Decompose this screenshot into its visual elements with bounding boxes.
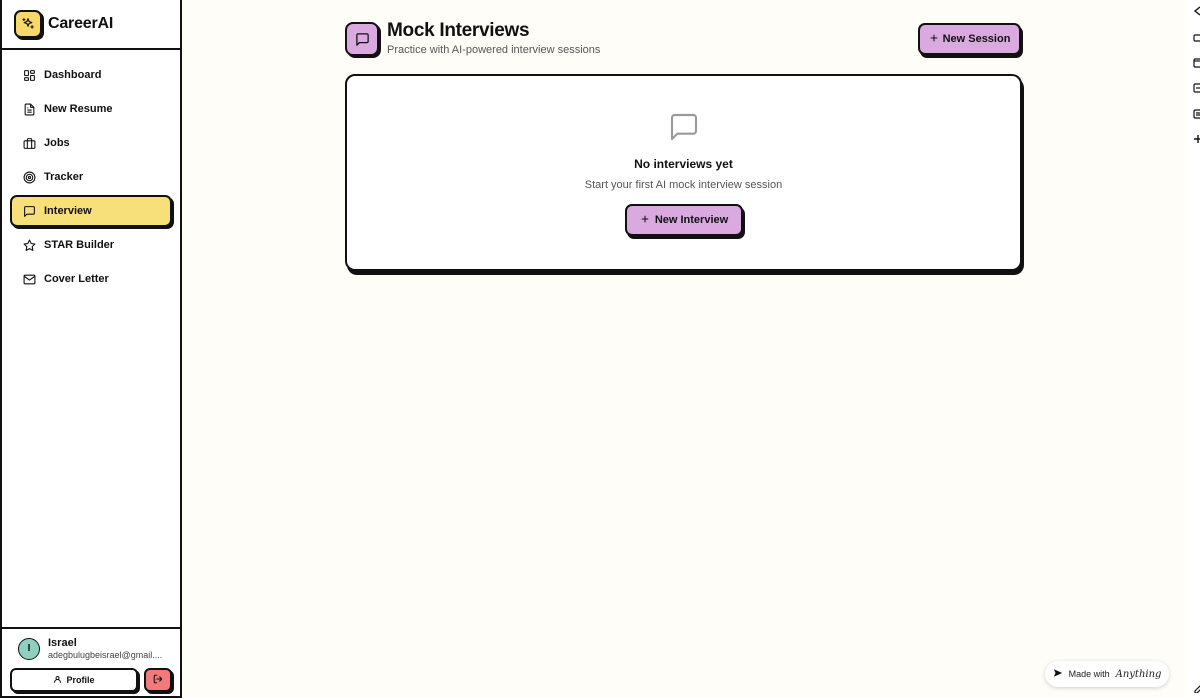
profile-button-label: Profile bbox=[66, 675, 95, 685]
right-tool-strip bbox=[1185, 0, 1200, 698]
made-with-brand: Anything bbox=[1115, 668, 1162, 680]
profile-button[interactable]: Profile bbox=[10, 668, 138, 692]
page-subtitle: Practice with AI-powered interview sessi… bbox=[387, 44, 601, 56]
user-icon bbox=[53, 675, 62, 686]
log-out-icon bbox=[153, 671, 163, 689]
brand[interactable]: CareerAI bbox=[2, 0, 180, 50]
sidebar-item-label: Jobs bbox=[44, 137, 70, 149]
paper-plane-icon bbox=[1053, 668, 1063, 680]
sidebar: CareerAI Dashboard New Resume Jobs Track… bbox=[0, 0, 182, 698]
save-icon[interactable] bbox=[1193, 83, 1200, 93]
user-name: Israel bbox=[48, 637, 77, 649]
sidebar-item-label: Cover Letter bbox=[44, 273, 109, 285]
chevron-left-icon[interactable] bbox=[1193, 6, 1200, 16]
sidebar-item-label: Dashboard bbox=[44, 69, 102, 81]
message-square-icon bbox=[22, 204, 36, 218]
mail-icon bbox=[22, 272, 36, 286]
plus-icon bbox=[929, 33, 939, 46]
panel-icon[interactable] bbox=[1193, 33, 1200, 43]
avatar: I bbox=[18, 637, 40, 660]
star-icon bbox=[22, 238, 36, 252]
target-icon bbox=[22, 170, 36, 184]
empty-state-title: No interviews yet bbox=[634, 157, 733, 171]
app-name: CareerAI bbox=[48, 15, 114, 32]
sidebar-item-label: New Resume bbox=[44, 103, 113, 115]
sidebar-item-new-resume[interactable]: New Resume bbox=[10, 93, 172, 125]
add-icon[interactable] bbox=[1193, 134, 1200, 144]
sidebar-item-jobs[interactable]: Jobs bbox=[10, 127, 172, 159]
sidebar-item-interview[interactable]: Interview bbox=[10, 195, 172, 227]
frame-icon[interactable] bbox=[1193, 58, 1200, 68]
new-interview-label: New Interview bbox=[654, 214, 729, 226]
sidebar-item-dashboard[interactable]: Dashboard bbox=[10, 59, 172, 91]
edit-icon[interactable] bbox=[1193, 683, 1200, 693]
sidebar-item-cover-letter[interactable]: Cover Letter bbox=[10, 263, 172, 295]
user-info: I Israel adegbulugbeisrael@gmail.... bbox=[10, 637, 172, 660]
user-email: adegbulugbeisrael@gmail.... bbox=[48, 650, 163, 660]
empty-state-description: Start your first AI mock interview sessi… bbox=[584, 179, 783, 191]
sidebar-item-label: Interview bbox=[44, 205, 92, 217]
document-icon[interactable] bbox=[1193, 109, 1200, 119]
new-interview-button[interactable]: New Interview bbox=[625, 204, 743, 236]
sidebar-footer: I Israel adegbulugbeisrael@gmail.... Pro… bbox=[2, 627, 180, 696]
new-session-button[interactable]: New Session bbox=[918, 23, 1021, 55]
plus-icon bbox=[640, 214, 650, 227]
empty-state-card: No interviews yet Start your first AI mo… bbox=[345, 74, 1022, 271]
briefcase-icon bbox=[22, 136, 36, 150]
file-text-icon bbox=[22, 102, 36, 116]
grid-icon bbox=[22, 68, 36, 82]
new-session-label: New Session bbox=[942, 33, 1011, 45]
empty-message-square-icon bbox=[668, 111, 700, 148]
made-with-label: Made with bbox=[1068, 669, 1110, 679]
logout-button[interactable] bbox=[144, 668, 172, 692]
made-with-badge[interactable]: Made with Anything bbox=[1045, 661, 1169, 687]
sidebar-item-label: Tracker bbox=[44, 171, 84, 183]
sidebar-nav: Dashboard New Resume Jobs Tracker Interv… bbox=[2, 50, 180, 295]
sidebar-item-star-builder[interactable]: STAR Builder bbox=[10, 229, 172, 261]
header-message-square-icon bbox=[345, 22, 379, 56]
page-title: Mock Interviews bbox=[387, 20, 530, 41]
sidebar-item-label: STAR Builder bbox=[44, 239, 115, 251]
logo-sparkles-icon bbox=[14, 10, 42, 38]
sidebar-item-tracker[interactable]: Tracker bbox=[10, 161, 172, 193]
